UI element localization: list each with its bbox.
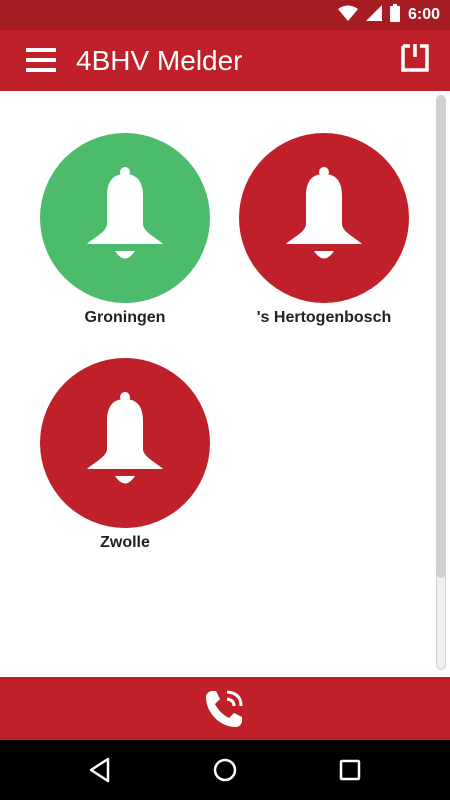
scrollbar-thumb[interactable]: [437, 96, 445, 578]
footer-bar: [0, 677, 450, 740]
system-nav-bar: [0, 740, 450, 800]
status-circle-alarm[interactable]: [40, 358, 210, 528]
app-bar: 4BHV Melder: [0, 30, 450, 91]
phone-ringing-icon[interactable]: [204, 687, 246, 729]
bell-icon: [83, 391, 167, 496]
status-bar: 6:00: [0, 0, 450, 30]
location-zwolle[interactable]: Zwolle: [15, 358, 235, 552]
logout-icon[interactable]: [400, 43, 430, 73]
location-name: Zwolle: [100, 534, 150, 551]
bell-icon: [282, 166, 366, 271]
status-icons: 6:00: [337, 0, 440, 30]
location-name: Groningen: [84, 309, 166, 326]
home-icon[interactable]: [211, 756, 239, 784]
location-groningen[interactable]: Groningen: [15, 133, 235, 327]
location-name: 's Hertogenbosch: [256, 309, 392, 326]
scrollbar[interactable]: [436, 95, 446, 670]
bell-icon: [83, 166, 167, 271]
recents-icon[interactable]: [336, 756, 364, 784]
status-circle-ok[interactable]: [40, 133, 210, 303]
signal-icon: [365, 4, 382, 26]
hamburger-menu-icon[interactable]: [26, 47, 56, 73]
back-icon[interactable]: [86, 756, 114, 784]
status-time: 6:00: [407, 6, 440, 23]
wifi-icon: [337, 5, 358, 26]
location-s-hertogenbosch[interactable]: 's Hertogenbosch: [214, 133, 434, 327]
app-title: 4BHV Melder: [76, 45, 243, 76]
battery-icon: [389, 3, 400, 27]
status-circle-alarm[interactable]: [239, 133, 409, 303]
